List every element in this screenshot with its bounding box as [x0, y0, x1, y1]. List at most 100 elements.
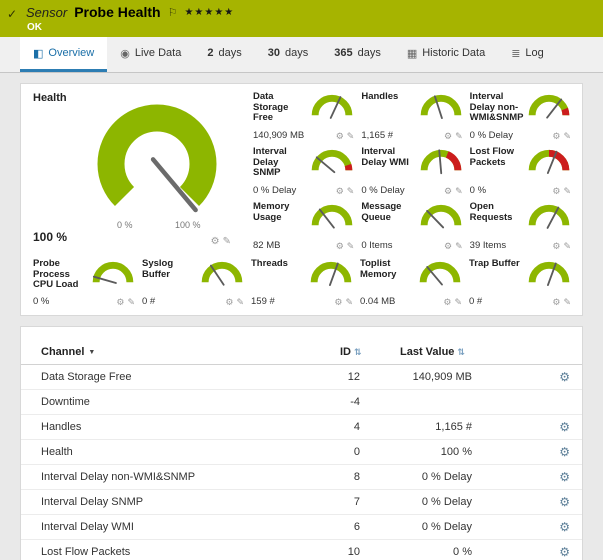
favorite-stars-icon[interactable]: ★★★★★ — [184, 7, 234, 18]
gauge-pin-icon[interactable]: ✎ — [563, 297, 571, 308]
gauge-settings-icon[interactable]: ⚙ — [552, 131, 560, 142]
gauge-tile[interactable]: Interval Delay non-WMI&SNMP 0 % Delay ⚙ … — [466, 90, 574, 145]
channel-settings-icon[interactable]: ⚙ — [559, 520, 570, 534]
channel-settings-icon[interactable]: ⚙ — [559, 420, 570, 434]
tab-label: days — [218, 47, 241, 59]
gauge-pin-icon[interactable]: ✎ — [563, 241, 571, 252]
gauge-tile[interactable]: Handles 1,165 # ⚙ ✎ — [357, 90, 465, 145]
gauge-label: Interval Delay SNMP — [253, 147, 305, 179]
gauge-value: 0 % Delay — [253, 185, 296, 196]
channel-id: 4 — [340, 421, 392, 433]
gauge-pin-icon[interactable]: ✎ — [345, 297, 353, 308]
gauge-tile[interactable]: Memory Usage 82 MB ⚙ ✎ — [249, 200, 357, 255]
status-badge: OK — [27, 22, 42, 33]
gauge-settings-icon[interactable]: ⚙ — [444, 131, 452, 142]
gauge-tile[interactable]: Probe Process CPU Load 0 % ⚙ ✎ — [29, 257, 138, 311]
gauge-tile-actions: ⚙ ✎ — [336, 186, 355, 197]
filter-caret-icon: ▼ — [88, 349, 95, 356]
channel-settings-icon[interactable]: ⚙ — [559, 370, 570, 384]
tab-30-days[interactable]: 30 days — [255, 37, 322, 72]
gauge — [526, 259, 572, 287]
gauge-label: Handles — [361, 92, 413, 103]
channel-settings-icon[interactable]: ⚙ — [559, 545, 570, 559]
gauge-tile[interactable]: Message Queue 0 Items ⚙ ✎ — [357, 200, 465, 255]
gauge-settings-icon[interactable]: ⚙ — [444, 241, 452, 252]
channel-settings-icon[interactable]: ⚙ — [559, 445, 570, 459]
gauge-tile-actions: ⚙ ✎ — [444, 186, 463, 197]
gauge-value: 0 % — [470, 185, 486, 196]
gauge-tile[interactable]: Lost Flow Packets 0 % ⚙ ✎ — [466, 145, 574, 200]
gauge-settings-icon[interactable]: ⚙ — [116, 297, 124, 308]
gauge-settings-icon[interactable]: ⚙ — [552, 297, 560, 308]
tab-live-data[interactable]: ◉ Live Data — [107, 37, 194, 72]
column-header-last-value[interactable]: Last Value⇅ — [392, 346, 524, 358]
gauge-grid-top: Health 0 % 100 % 100 % ⚙ ✎ Data Storage … — [29, 90, 574, 255]
gauge-settings-icon[interactable]: ⚙ — [334, 297, 342, 308]
gauge-pin-icon[interactable]: ✎ — [563, 131, 571, 142]
gauge-tile[interactable]: Syslog Buffer 0 # ⚙ ✎ — [138, 257, 247, 311]
channel-settings-icon[interactable]: ⚙ — [559, 495, 570, 509]
tab-overview[interactable]: ◧ Overview — [20, 37, 107, 72]
gauge-tile[interactable]: Trap Buffer 0 # ⚙ ✎ — [465, 257, 574, 311]
channel-name: Lost Flow Packets — [21, 546, 340, 558]
gauge — [418, 147, 464, 175]
channels-table-panel: Channel▼ ID⇅ Last Value⇅ Data Storage Fr… — [20, 326, 583, 560]
gauge-pin-icon[interactable]: ✎ — [454, 297, 462, 308]
table-header-row: Channel▼ ID⇅ Last Value⇅ — [21, 339, 582, 365]
gauge-tile[interactable]: Open Requests 39 Items ⚙ ✎ — [466, 200, 574, 255]
column-header-channel[interactable]: Channel▼ — [21, 346, 340, 358]
gauge-pin-icon[interactable]: ✎ — [455, 131, 463, 142]
gauge-tile[interactable]: Data Storage Free 140,909 MB ⚙ ✎ — [249, 90, 357, 145]
gauge-value: 0 # — [142, 296, 155, 307]
tab-number: 2 — [207, 47, 213, 59]
tab-historic-data[interactable]: ▦ Historic Data — [394, 37, 498, 72]
gauge-pin-icon[interactable]: ✎ — [223, 236, 231, 247]
tab-log[interactable]: ≣ Log — [498, 37, 557, 72]
health-gauge-tile[interactable]: Health 0 % 100 % 100 % ⚙ ✎ — [29, 90, 249, 255]
gauge-pin-icon[interactable]: ✎ — [127, 297, 135, 308]
gauge-max-label: 100 % — [175, 220, 201, 230]
gauge-pin-icon[interactable]: ✎ — [347, 241, 355, 252]
gauge-settings-icon[interactable]: ⚙ — [443, 297, 451, 308]
gauge-pin-icon[interactable]: ✎ — [347, 131, 355, 142]
gauge-tile[interactable]: Interval Delay WMI 0 % Delay ⚙ ✎ — [357, 145, 465, 200]
gauge-tile-actions: ⚙ ✎ — [334, 297, 353, 308]
gauge-label: Lost Flow Packets — [470, 147, 522, 168]
tab-365-days[interactable]: 365 days — [321, 37, 394, 72]
gauge-pin-icon[interactable]: ✎ — [455, 241, 463, 252]
gauge-tile[interactable]: Toplist Memory 0.04 MB ⚙ ✎ — [356, 257, 465, 311]
gauge-pin-icon[interactable]: ✎ — [347, 186, 355, 197]
channel-last-value: 140,909 MB — [392, 371, 524, 383]
sensor-title: Probe Health — [74, 4, 160, 20]
channel-name: Interval Delay non-WMI&SNMP — [21, 471, 340, 483]
column-header-id[interactable]: ID⇅ — [340, 346, 392, 358]
channel-name: Data Storage Free — [21, 371, 340, 383]
channel-settings-icon[interactable]: ⚙ — [559, 470, 570, 484]
gauge-label: Data Storage Free — [253, 92, 305, 124]
gauge-settings-icon[interactable]: ⚙ — [336, 131, 344, 142]
gauge-pin-icon[interactable]: ✎ — [563, 186, 571, 197]
gauge-settings-icon[interactable]: ⚙ — [444, 186, 452, 197]
gauge-settings-icon[interactable]: ⚙ — [336, 241, 344, 252]
gauge — [526, 202, 572, 230]
gauge-tile-actions: ⚙ ✎ — [552, 186, 571, 197]
gauge-settings-icon[interactable]: ⚙ — [552, 241, 560, 252]
table-row: Interval Delay SNMP 7 0 % Delay ⚙ — [21, 490, 582, 515]
tab-2-days[interactable]: 2 days — [194, 37, 254, 72]
channel-id: 0 — [340, 446, 392, 458]
gauge-label: Threads — [251, 259, 304, 270]
gauge-settings-icon[interactable]: ⚙ — [336, 186, 344, 197]
gauge-settings-icon[interactable]: ⚙ — [552, 186, 560, 197]
table-row: Interval Delay WMI 6 0 % Delay ⚙ — [21, 515, 582, 540]
gauge-value: 82 MB — [253, 240, 280, 251]
gauge-tile[interactable]: Interval Delay SNMP 0 % Delay ⚙ ✎ — [249, 145, 357, 200]
table-row: Health 0 100 % ⚙ — [21, 440, 582, 465]
gauge-tile[interactable]: Threads 159 # ⚙ ✎ — [247, 257, 356, 311]
gauge — [309, 202, 355, 230]
priority-flag-icon[interactable]: ⚐ — [168, 6, 178, 19]
overview-icon: ◧ — [33, 47, 43, 60]
gauge-settings-icon[interactable]: ⚙ — [225, 297, 233, 308]
gauge-pin-icon[interactable]: ✎ — [236, 297, 244, 308]
gauge-settings-icon[interactable]: ⚙ — [211, 236, 220, 247]
gauge-pin-icon[interactable]: ✎ — [455, 186, 463, 197]
